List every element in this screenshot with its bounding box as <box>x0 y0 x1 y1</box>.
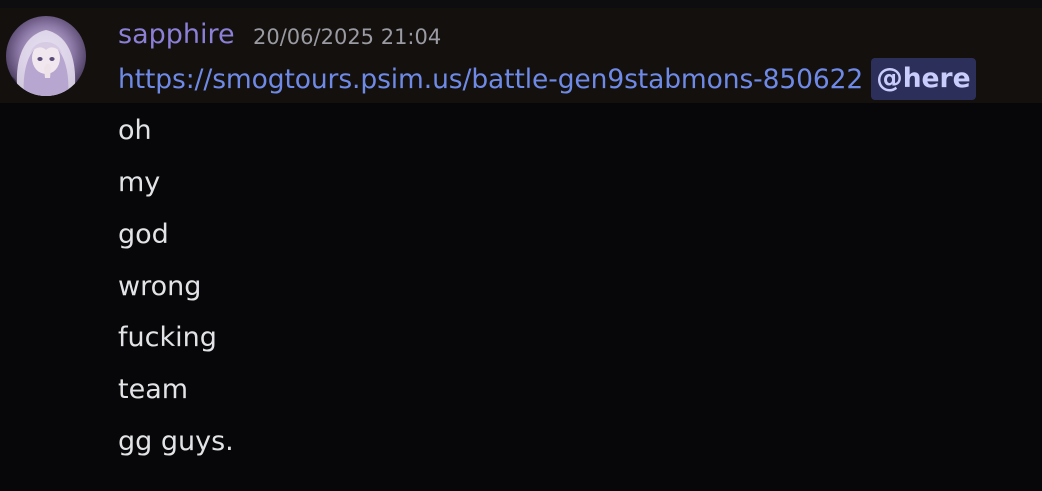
avatar[interactable] <box>6 16 86 96</box>
battle-link[interactable]: https://smogtours.psim.us/battle-gen9sta… <box>118 64 863 95</box>
message-first-line: https://smogtours.psim.us/battle-gen9sta… <box>118 58 976 100</box>
here-mention[interactable]: @here <box>871 58 976 100</box>
top-strip <box>0 0 1042 8</box>
message-line-6: team <box>118 374 189 405</box>
message-line-7: gg guys. <box>118 426 234 457</box>
message-line-5: fucking <box>118 322 217 353</box>
message-line-1: oh <box>118 115 152 146</box>
message-line-3: god <box>118 219 169 250</box>
timestamp: 20/06/2025 21:04 <box>253 25 442 49</box>
avatar-icon <box>6 16 86 96</box>
message-line-2: my <box>118 167 161 198</box>
username[interactable]: sapphire <box>118 18 235 52</box>
message-line-4: wrong <box>118 271 202 302</box>
